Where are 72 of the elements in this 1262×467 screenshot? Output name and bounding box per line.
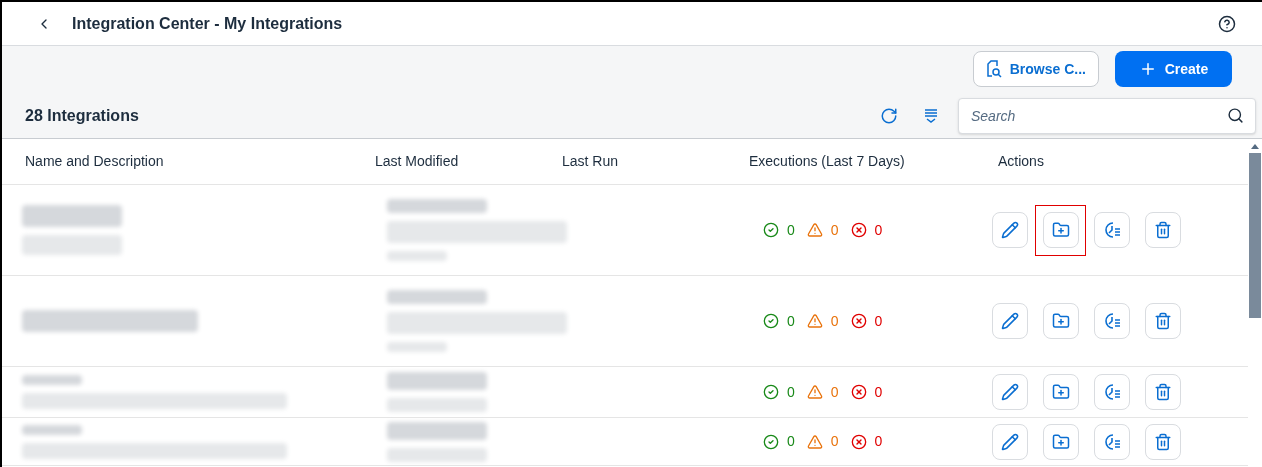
warning-count: 0 [830,432,839,451]
document-search-icon [985,60,1002,78]
error-icon [850,222,867,238]
column-header: Name and Description [25,153,164,169]
redacted-text [22,424,82,435]
refresh-icon[interactable] [880,107,898,125]
delete-button[interactable] [1144,423,1181,460]
success-icon [763,222,779,238]
success-icon [763,313,779,329]
success-count: 0 [787,311,795,331]
edit-button[interactable] [991,423,1028,460]
history-button[interactable] [1093,303,1130,339]
warning-icon [806,433,823,450]
folder-plus-icon [1051,383,1070,401]
error-count: 0 [874,311,883,331]
column-header: Actions [998,153,1044,169]
integrations-count: 28 Integrations [25,106,139,126]
add-to-folder-button[interactable] [1042,374,1079,410]
warning-count: 0 [830,382,839,402]
warning-icon [806,313,823,329]
success-count: 0 [787,382,795,402]
column-header: Executions (Last 7 Days) [749,153,905,169]
help-icon[interactable] [1218,14,1236,33]
delete-button[interactable] [1144,212,1181,248]
redacted-text [387,251,447,261]
pencil-icon [1000,383,1019,401]
folder-plus-icon [1051,432,1070,451]
create-button[interactable]: Create [1115,51,1232,87]
folder-plus-icon [1051,221,1070,239]
add-to-folder-button[interactable] [1042,212,1079,248]
error-count: 0 [874,220,883,240]
column-header: Last Run [562,153,619,169]
success-icon [763,384,779,400]
error-icon [850,384,867,400]
delete-button[interactable] [1144,374,1181,410]
filter-icon[interactable] [924,108,938,124]
search-icon[interactable] [1227,107,1244,124]
error-count: 0 [874,432,883,451]
page-title: Integration Center - My Integrations [72,13,343,34]
success-icon [763,433,779,450]
scroll-up-icon[interactable] [1251,143,1259,149]
pencil-icon [1000,312,1019,330]
redacted-text [22,375,82,385]
warning-icon [806,384,823,400]
redacted-text [387,342,447,352]
success-count: 0 [787,432,795,451]
column-header: Last Modified [375,153,459,169]
trash-icon [1153,312,1172,330]
pencil-icon [1000,221,1019,239]
error-count: 0 [874,382,883,402]
history-button[interactable] [1093,374,1130,410]
browse-button[interactable]: Browse C... [972,51,1099,87]
search-field[interactable]: Search [958,98,1256,134]
warning-count: 0 [830,220,839,240]
error-icon [850,433,867,450]
success-count: 0 [787,220,795,240]
warning-count: 0 [830,311,839,331]
trash-icon [1153,383,1172,401]
edit-button[interactable] [991,374,1028,410]
edit-button[interactable] [991,303,1028,339]
folder-plus-icon [1051,312,1070,330]
history-button[interactable] [1093,423,1130,460]
edit-button[interactable] [991,212,1028,248]
warning-icon [806,222,823,238]
history-button[interactable] [1093,212,1130,248]
error-icon [850,313,867,329]
delete-button[interactable] [1144,303,1181,339]
add-to-folder-button[interactable] [1042,423,1079,460]
trash-icon [1153,432,1172,451]
trash-icon [1153,221,1172,239]
add-to-folder-button[interactable] [1042,303,1079,339]
pencil-icon [1000,432,1019,451]
